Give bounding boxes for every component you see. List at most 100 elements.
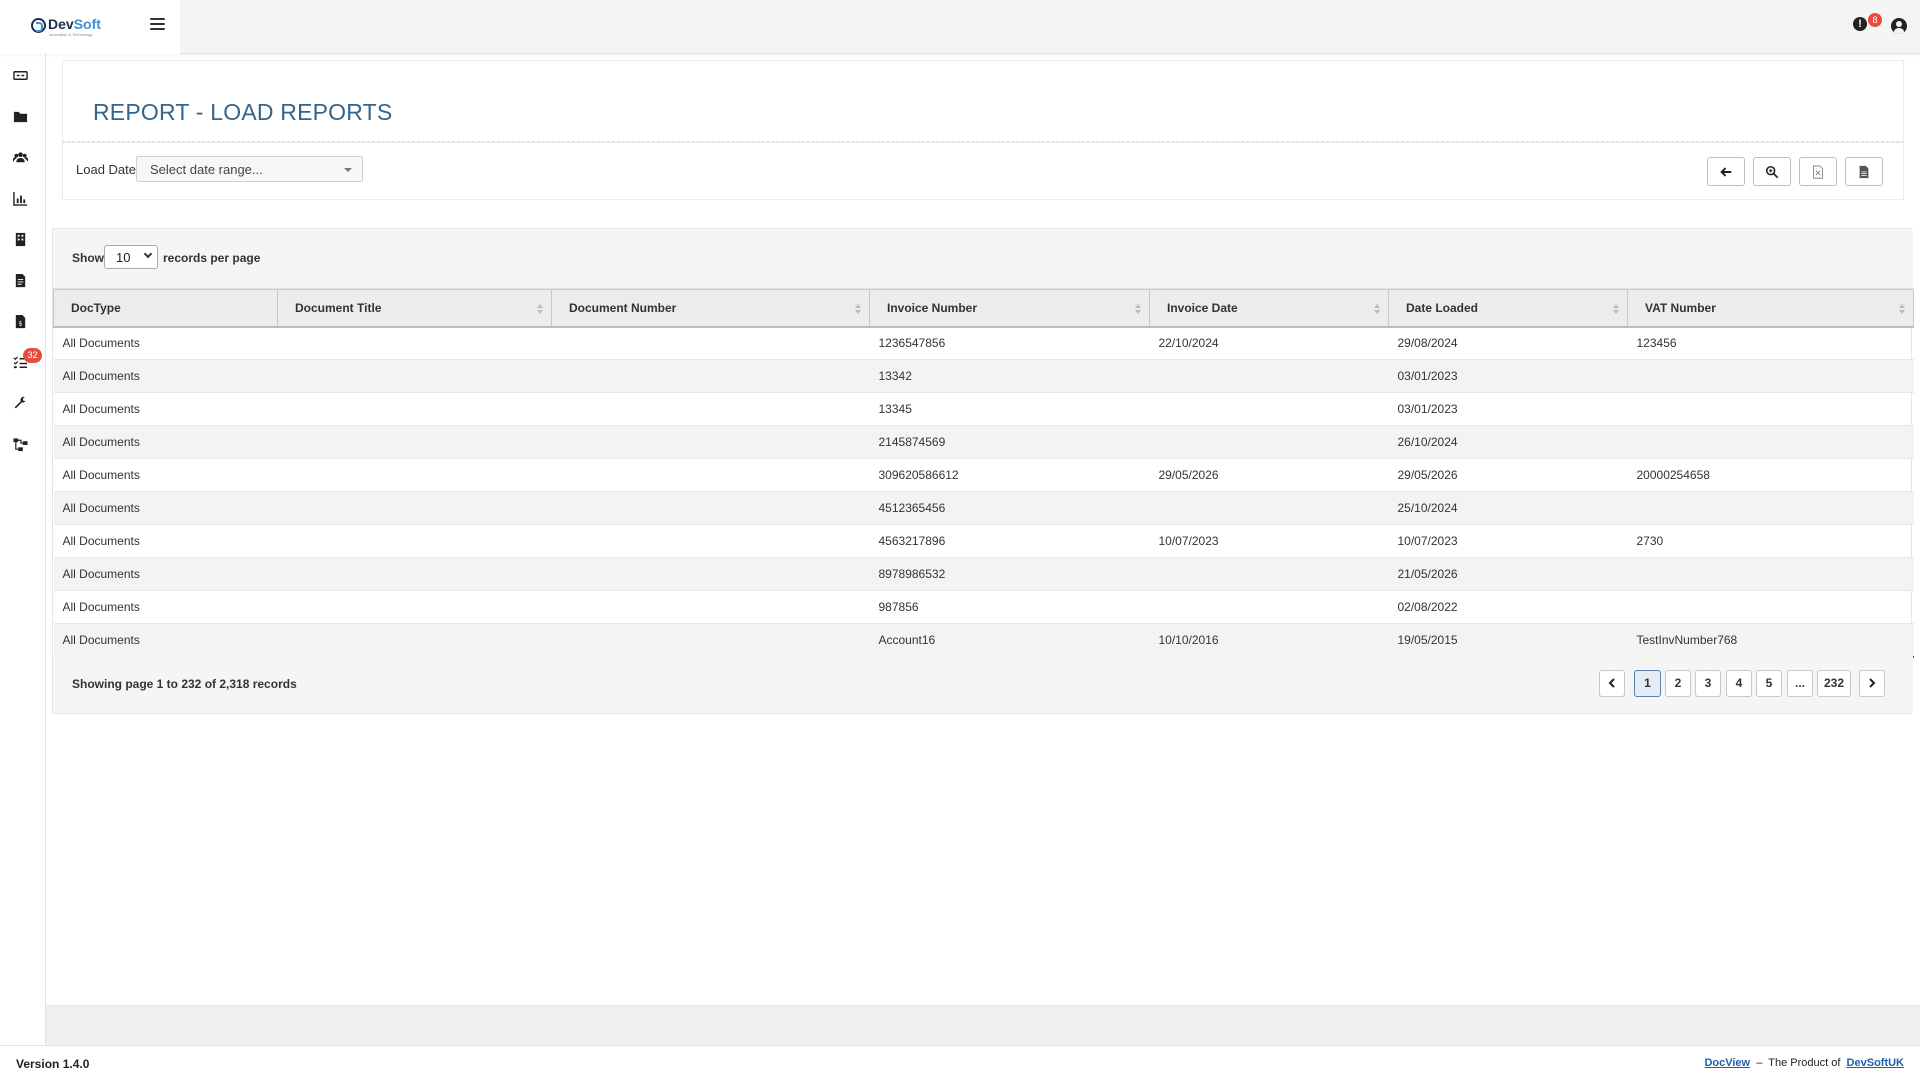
users-icon: [12, 151, 28, 162]
cell-document-number: [551, 557, 870, 591]
sort-icon: [1613, 304, 1619, 314]
table-row[interactable]: All Documents 13342 03/01/2023: [53, 359, 1914, 393]
column-header-invoice-number[interactable]: Invoice Number: [869, 289, 1150, 328]
user-account-icon[interactable]: [1891, 18, 1907, 34]
docview-link[interactable]: DocView: [1704, 1057, 1750, 1069]
sidebar-item-tasks[interactable]: 32: [0, 348, 46, 375]
dashboard-icon: [12, 70, 28, 80]
export-csv-button[interactable]: [1845, 157, 1883, 186]
cell-invoice-date: 22/10/2024: [1149, 326, 1389, 360]
column-header-label: Date Loaded: [1406, 300, 1479, 315]
next-page-button[interactable]: [1859, 670, 1885, 697]
cell-document-title: [277, 524, 552, 558]
cell-doctype: All Documents: [53, 623, 278, 658]
devsoft-logo[interactable]: DevSoft Innovation & Technology: [31, 16, 101, 37]
cell-date-loaded: 10/07/2023: [1388, 524, 1628, 558]
sidebar-item-companies[interactable]: [0, 226, 46, 252]
table-header-row: DocType Document Title Document Number I…: [53, 289, 1914, 328]
table-row[interactable]: All Documents 4512365456 25/10/2024: [53, 491, 1914, 525]
table-row[interactable]: All Documents 987856 02/08/2022: [53, 590, 1914, 624]
svg-text:$: $: [18, 319, 22, 327]
load-date-range-select[interactable]: Select date range...: [136, 156, 363, 182]
column-header-date-loaded[interactable]: Date Loaded: [1388, 289, 1628, 328]
column-header-document-title[interactable]: Document Title: [277, 289, 552, 328]
building-icon: [15, 232, 25, 246]
product-of-text: The Product of: [1768, 1057, 1841, 1069]
page-title: REPORT - LOAD REPORTS: [93, 99, 393, 125]
table-row[interactable]: All Documents 4563217896 10/07/2023 10/07/2…: [53, 524, 1914, 558]
cell-date-loaded: 03/01/2023: [1388, 392, 1628, 426]
cell-invoice-date: [1149, 590, 1389, 624]
cell-doctype: All Documents: [53, 392, 278, 426]
cell-document-number: [551, 392, 870, 426]
cell-invoice-date: [1149, 359, 1389, 393]
folder-icon: [13, 111, 27, 122]
back-button[interactable]: [1707, 157, 1745, 186]
cell-invoice-date: [1149, 491, 1389, 525]
csv-export-icon: [1859, 165, 1869, 178]
filter-bar: Load Date Select date range...: [62, 142, 1904, 200]
table-row[interactable]: All Documents Account16 10/10/2016 19/05/20…: [53, 623, 1914, 658]
column-header-invoice-date[interactable]: Invoice Date: [1149, 289, 1389, 328]
export-excel-button[interactable]: [1799, 157, 1837, 186]
column-header-label: Invoice Number: [887, 300, 978, 315]
cell-vat-number: 20000254658: [1627, 458, 1914, 492]
logo-text-soft: Soft: [73, 16, 101, 32]
cell-invoice-number: 987856: [869, 590, 1150, 624]
column-header-label: Invoice Date: [1167, 300, 1238, 315]
page-2-button[interactable]: 2: [1665, 670, 1691, 697]
cell-document-number: [551, 359, 870, 393]
column-header-vat-number[interactable]: VAT Number: [1627, 289, 1914, 328]
sidebar-item-dashboard[interactable]: [0, 62, 46, 88]
cell-invoice-number: 2145874569: [869, 425, 1150, 459]
devsoft-logo-mark-icon: [31, 18, 46, 33]
sidebar-item-settings[interactable]: [0, 390, 46, 416]
table-row[interactable]: All Documents 1236547856 22/10/2024 29/08/2…: [53, 326, 1914, 360]
column-header-label: DocType: [71, 300, 121, 315]
sidebar-item-documents[interactable]: [0, 267, 46, 293]
cell-date-loaded: 21/05/2026: [1388, 557, 1628, 591]
cell-date-loaded: 29/08/2024: [1388, 326, 1628, 360]
page-4-button[interactable]: 4: [1726, 670, 1752, 697]
column-header-label: VAT Number: [1645, 300, 1716, 315]
cell-doctype: All Documents: [53, 491, 278, 525]
sidebar-item-folders[interactable]: [0, 103, 46, 129]
hamburger-menu-icon[interactable]: [150, 18, 165, 32]
cell-invoice-number: 1236547856: [869, 326, 1150, 360]
prev-page-button[interactable]: [1599, 670, 1625, 697]
sidebar-item-users[interactable]: [0, 144, 46, 170]
excel-export-icon: [1813, 164, 1823, 179]
table-row[interactable]: All Documents 2145874569 26/10/2024: [53, 425, 1914, 459]
page-1-button[interactable]: 1: [1634, 670, 1661, 697]
table-row[interactable]: All Documents 13345 03/01/2023: [53, 392, 1914, 426]
sidebar-item-reports[interactable]: [0, 185, 46, 211]
page-3-button[interactable]: 3: [1695, 670, 1721, 697]
search-icon: [1765, 165, 1779, 178]
workflow-icon: [12, 437, 28, 451]
tasks-badge: 32: [23, 348, 42, 363]
cell-document-title: [277, 557, 552, 591]
document-icon: [15, 273, 25, 287]
records-per-page-select[interactable]: 10: [104, 245, 158, 269]
sidebar-item-invoices[interactable]: $: [0, 308, 46, 334]
column-header-document-number[interactable]: Document Number: [551, 289, 870, 328]
column-header-doctype[interactable]: DocType: [53, 289, 278, 328]
cell-document-title: [277, 326, 552, 360]
search-button[interactable]: [1753, 157, 1791, 186]
page-last-button[interactable]: 232: [1817, 670, 1851, 697]
content-bottom-strip: [46, 1005, 1920, 1045]
cell-invoice-date: [1149, 557, 1389, 591]
records-per-page-label: records per page: [163, 251, 261, 265]
table-row[interactable]: All Documents 309620586612 29/05/2026 29/05…: [53, 458, 1914, 492]
cell-document-number: [551, 458, 870, 492]
sidebar-item-workflow[interactable]: [0, 431, 46, 457]
devsoftuk-link[interactable]: DevSoftUK: [1847, 1057, 1904, 1069]
notification-alert-icon[interactable]: !: [1853, 17, 1867, 31]
show-label: Show: [72, 251, 104, 265]
page-footer: Version 1.4.0 DocView – The Product of D…: [0, 1045, 1920, 1080]
logo-text-dev: Dev: [48, 16, 74, 32]
column-header-label: Document Title: [295, 300, 382, 315]
table-row[interactable]: All Documents 8978986532 21/05/2026: [53, 557, 1914, 591]
page-5-button[interactable]: 5: [1756, 670, 1782, 697]
notification-badge: 8: [1868, 13, 1882, 27]
